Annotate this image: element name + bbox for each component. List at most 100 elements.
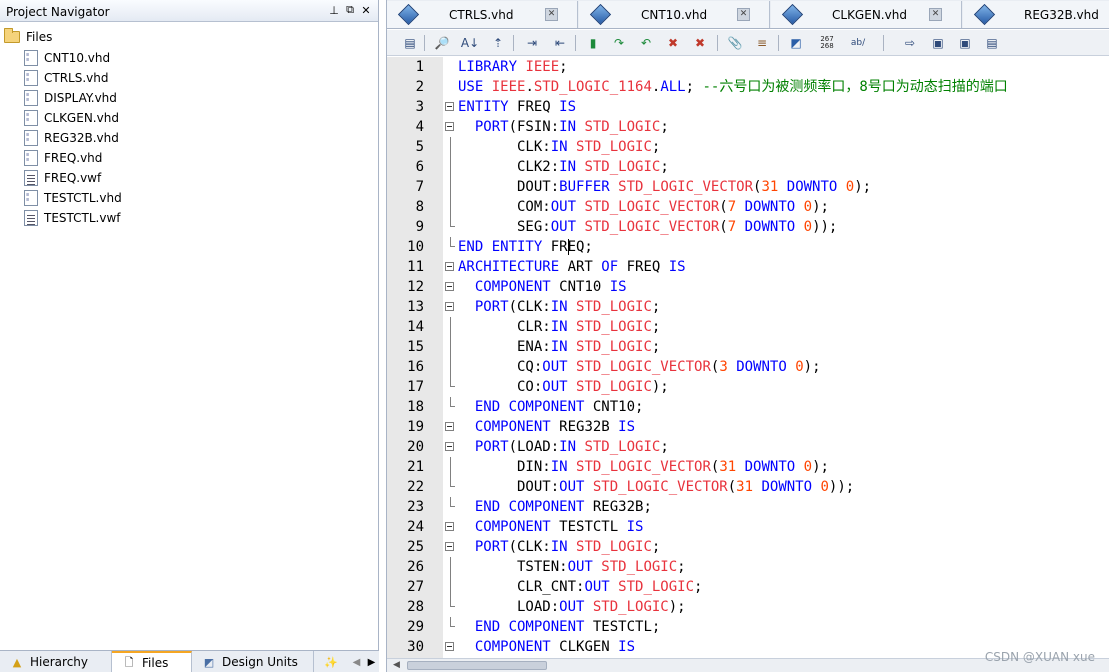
- find-icon[interactable]: 🔎: [433, 34, 451, 52]
- code-line: 21 DIN:IN STD_LOGIC_VECTOR(31 DOWNTO 0);: [387, 457, 1109, 477]
- vhdl-file-icon: ≡ ≡: [24, 190, 38, 206]
- code-text: ENTITY FREQ IS: [458, 97, 576, 117]
- file-item[interactable]: ≡ ≡ DISPLAY.vhd: [24, 88, 117, 108]
- line-number: 14: [407, 319, 424, 335]
- code-token: DOWNTO: [761, 479, 821, 495]
- line-numbers-icon[interactable]: 267 268: [815, 34, 839, 52]
- code-line: 1 LIBRARY IEEE;: [387, 57, 1109, 77]
- code-token: IEEE: [525, 59, 560, 75]
- spell-check-icon[interactable]: ab/: [847, 34, 869, 52]
- code-token: ;: [694, 579, 703, 595]
- code-token: STD_LOGIC: [576, 539, 652, 555]
- code-token: 0: [820, 479, 829, 495]
- code-line: 14 CLR:IN STD_LOGIC;: [387, 317, 1109, 337]
- code-token: FREQ: [517, 99, 560, 115]
- file-item-label: FREQ.vwf: [44, 171, 102, 185]
- fold-collapse-icon[interactable]: [445, 422, 454, 431]
- bookmark-icon[interactable]: ▮: [584, 34, 602, 52]
- tab-files[interactable]: 🗋 Files: [112, 651, 192, 672]
- properties-icon[interactable]: ▤: [401, 34, 419, 52]
- fold-collapse-icon[interactable]: [445, 262, 454, 271]
- fold-collapse-icon[interactable]: [445, 282, 454, 291]
- fold-collapse-icon[interactable]: [445, 522, 454, 531]
- code-area[interactable]: 1 LIBRARY IEEE; 2 USE IEEE.STD_LOGIC_1164.A…: [387, 57, 1109, 658]
- insert-arrow-icon[interactable]: ⇨: [901, 34, 919, 52]
- code-token: ENA:: [458, 339, 551, 355]
- code-token: REG32B: [559, 419, 619, 435]
- file-item[interactable]: ≡ ≡ REG32B.vhd: [24, 128, 119, 148]
- code-token: CQ:: [458, 359, 543, 375]
- tab-design-units-label: Design Units: [222, 655, 298, 669]
- indent-icon[interactable]: ⇥: [523, 34, 541, 52]
- window-icon[interactable]: ▣: [929, 34, 947, 52]
- scroll-left-icon[interactable]: ◀: [353, 657, 361, 668]
- tab-reg32b-vhd[interactable]: REG32B.vhd: [963, 1, 1109, 28]
- restore-icon[interactable]: ⧉: [344, 3, 356, 17]
- code-text: END COMPONENT CNT10;: [458, 397, 644, 417]
- fold-collapse-icon[interactable]: [445, 122, 454, 131]
- vhdl-file-icon: [973, 3, 996, 26]
- line-number: 21: [407, 459, 424, 475]
- tab-hierarchy[interactable]: ▲ Hierarchy: [0, 651, 112, 672]
- close-tab-icon[interactable]: ✕: [929, 8, 942, 21]
- file-item[interactable]: FREQ.vwf: [24, 168, 101, 188]
- code-token: PORT: [474, 539, 509, 555]
- pin-icon[interactable]: ⊥: [328, 3, 340, 17]
- fold-collapse-icon[interactable]: [445, 102, 454, 111]
- code-token: DOWNTO: [744, 219, 804, 235]
- code-token: DOWNTO: [786, 179, 846, 195]
- find-replace-icon[interactable]: A↓: [461, 34, 479, 52]
- file-item[interactable]: ≡ ≡ TESTCTL.vhd: [24, 188, 122, 208]
- files-folder[interactable]: Files: [4, 28, 52, 46]
- scroll-left-arrow-icon[interactable]: ◀: [393, 660, 400, 670]
- code-token: STD_LOGIC: [618, 579, 695, 595]
- tab-ctrls-vhd[interactable]: CTRLS.vhd ✕: [387, 1, 578, 28]
- line-number: 22: [407, 479, 424, 495]
- file-item[interactable]: TESTCTL.vwf: [24, 208, 121, 228]
- code-token: FREQ: [626, 259, 669, 275]
- line-number: 15: [407, 339, 424, 355]
- code-text: LIBRARY IEEE;: [458, 57, 568, 77]
- clear-bookmark-icon[interactable]: ✖: [664, 34, 682, 52]
- close-tab-icon[interactable]: ✕: [737, 8, 750, 21]
- file-item[interactable]: ≡ ≡ CNT10.vhd: [24, 48, 110, 68]
- tab-cnt10-vhd[interactable]: CNT10.vhd ✕: [579, 1, 770, 28]
- code-token: TESTCTL;: [592, 619, 661, 635]
- line-number: 28: [407, 599, 424, 615]
- panel-icon[interactable]: ▤: [983, 34, 1001, 52]
- prev-bookmark-icon[interactable]: ↶: [637, 34, 655, 52]
- unindent-icon[interactable]: ⇤: [551, 34, 569, 52]
- scroll-right-icon[interactable]: ▶: [368, 657, 376, 668]
- fold-guide: [450, 337, 451, 357]
- tab-ip[interactable]: ✨: [314, 651, 344, 672]
- scrollbar-thumb[interactable]: [407, 661, 547, 670]
- code-token: );: [668, 599, 686, 615]
- window-alt-icon[interactable]: ▣: [956, 34, 974, 52]
- close-icon[interactable]: ✕: [360, 3, 372, 17]
- file-item[interactable]: ≡ ≡ FREQ.vhd: [24, 148, 102, 168]
- code-token: END COMPONENT: [474, 499, 593, 515]
- clear-all-bookmarks-icon[interactable]: ✖: [691, 34, 709, 52]
- code-line: 22 DOUT:OUT STD_LOGIC_VECTOR(31 DOWNTO 0…: [387, 477, 1109, 497]
- toolbar-separator: [575, 35, 576, 51]
- line-number: 12: [407, 279, 424, 295]
- code-token: STD_LOGIC: [584, 439, 661, 455]
- close-tab-icon[interactable]: ✕: [545, 8, 558, 21]
- tab-clkgen-vhd[interactable]: CLKGEN.vhd ✕: [771, 1, 962, 28]
- code-token: 7: [727, 199, 737, 215]
- fold-collapse-icon[interactable]: [445, 642, 454, 651]
- vhdl-file-icon: ≡ ≡: [24, 50, 38, 66]
- code-token: CO:: [458, 379, 543, 395]
- file-item[interactable]: ≡ ≡ CLKGEN.vhd: [24, 108, 119, 128]
- file-item[interactable]: ≡ ≡ CTRLS.vhd: [24, 68, 109, 88]
- next-bookmark-icon[interactable]: ↷: [610, 34, 628, 52]
- scroll-icon[interactable]: ≡: [753, 34, 771, 52]
- fold-collapse-icon[interactable]: [445, 542, 454, 551]
- tab-design-units[interactable]: ◩ Design Units: [192, 651, 314, 672]
- attach-icon[interactable]: 📎: [726, 34, 744, 52]
- fold-collapse-icon[interactable]: [445, 302, 454, 311]
- template-icon[interactable]: ◩: [787, 34, 805, 52]
- fold-collapse-icon[interactable]: [445, 442, 454, 451]
- goto-line-icon[interactable]: ⇡: [489, 34, 507, 52]
